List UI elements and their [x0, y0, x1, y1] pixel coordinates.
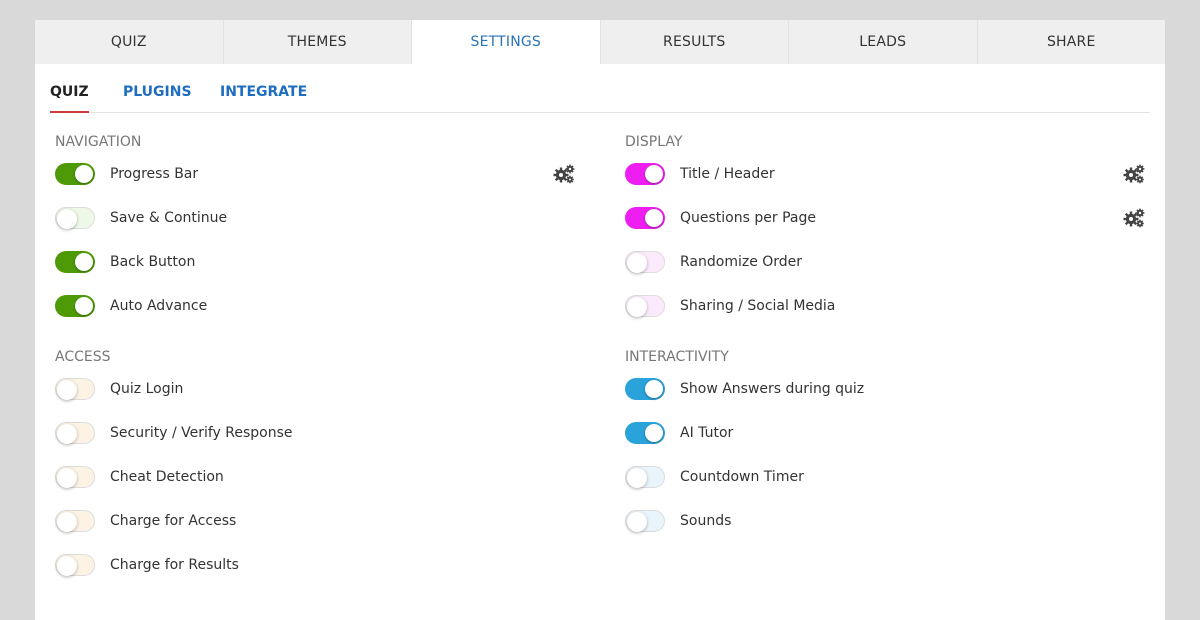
- right-column: DISPLAY Title / Header Questions per Pag…: [625, 132, 1145, 543]
- randomize-order-toggle[interactable]: [625, 251, 665, 273]
- countdown-timer-toggle[interactable]: [625, 466, 665, 488]
- toggle-knob: [627, 468, 647, 488]
- subtab-integrate[interactable]: INTEGRATE: [220, 84, 307, 111]
- section-title-access: ACCESS: [55, 349, 111, 365]
- setting-label: Progress Bar: [110, 166, 199, 182]
- setting-sharing-social: Sharing / Social Media: [625, 284, 1145, 328]
- setting-show-answers: Show Answers during quiz: [625, 367, 1145, 411]
- setting-ai-tutor: AI Tutor: [625, 411, 1145, 455]
- interactivity-section: INTERACTIVITY Show Answers during quiz A…: [625, 347, 1145, 543]
- questions-per-page-toggle[interactable]: [625, 207, 665, 229]
- setting-label: Charge for Results: [110, 557, 239, 573]
- back-button-toggle[interactable]: [55, 251, 95, 273]
- toggle-knob: [645, 209, 663, 227]
- sharing-social-toggle[interactable]: [625, 295, 665, 317]
- ai-tutor-toggle[interactable]: [625, 422, 665, 444]
- sounds-toggle[interactable]: [625, 510, 665, 532]
- tab-themes[interactable]: THEMES: [223, 20, 412, 64]
- toggle-knob: [57, 424, 77, 444]
- setting-label: Questions per Page: [680, 210, 816, 226]
- toggle-knob: [75, 165, 93, 183]
- tab-quiz[interactable]: QUIZ: [35, 20, 224, 64]
- setting-label: Sharing / Social Media: [680, 298, 836, 314]
- section-title-navigation: NAVIGATION: [55, 134, 142, 150]
- charge-access-toggle[interactable]: [55, 510, 95, 532]
- setting-label: Quiz Login: [110, 381, 184, 397]
- setting-security-verify: Security / Verify Response: [55, 411, 575, 455]
- tab-results[interactable]: RESULTS: [600, 20, 789, 64]
- setting-back-button: Back Button: [55, 240, 575, 284]
- tab-settings[interactable]: SETTINGS: [412, 20, 601, 64]
- toggle-knob: [627, 512, 647, 532]
- setting-charge-results: Charge for Results: [55, 543, 575, 587]
- toggle-knob: [57, 556, 77, 576]
- progress-bar-toggle[interactable]: [55, 163, 95, 185]
- setting-countdown-timer: Countdown Timer: [625, 455, 1145, 499]
- setting-label: Charge for Access: [110, 513, 237, 529]
- setting-charge-access: Charge for Access: [55, 499, 575, 543]
- cheat-detection-toggle[interactable]: [55, 466, 95, 488]
- navigation-section: NAVIGATION Progress Bar Save & Continue …: [55, 132, 575, 328]
- toggle-knob: [57, 209, 77, 229]
- setting-label: Countdown Timer: [680, 469, 804, 485]
- display-section: DISPLAY Title / Header Questions per Pag…: [625, 132, 1145, 328]
- quiz-login-toggle[interactable]: [55, 378, 95, 400]
- setting-label: Save & Continue: [110, 210, 228, 226]
- setting-randomize-order: Randomize Order: [625, 240, 1145, 284]
- setting-save-continue: Save & Continue: [55, 196, 575, 240]
- charge-results-toggle[interactable]: [55, 554, 95, 576]
- toggle-knob: [645, 424, 663, 442]
- gears-icon[interactable]: [1123, 164, 1145, 184]
- setting-sounds: Sounds: [625, 499, 1145, 543]
- setting-label: Security / Verify Response: [110, 425, 293, 441]
- save-continue-toggle[interactable]: [55, 207, 95, 229]
- gears-icon[interactable]: [1123, 208, 1145, 228]
- setting-progress-bar: Progress Bar: [55, 152, 575, 196]
- title-header-toggle[interactable]: [625, 163, 665, 185]
- toggle-knob: [57, 468, 77, 488]
- setting-label: Back Button: [110, 254, 196, 270]
- section-title-interactivity: INTERACTIVITY: [625, 349, 729, 365]
- toggle-knob: [75, 297, 93, 315]
- toggle-knob: [57, 380, 77, 400]
- toggle-knob: [75, 253, 93, 271]
- access-section: ACCESS Quiz Login Security / Verify Resp…: [55, 347, 575, 587]
- toggle-knob: [627, 297, 647, 317]
- tab-leads[interactable]: LEADS: [789, 20, 978, 64]
- setting-auto-advance: Auto Advance: [55, 284, 575, 328]
- toggle-knob: [627, 253, 647, 273]
- show-answers-toggle[interactable]: [625, 378, 665, 400]
- setting-label: Auto Advance: [110, 298, 208, 314]
- settings-panel: QUIZ THEMES SETTINGS RESULTS LEADS SHARE…: [35, 20, 1165, 620]
- setting-cheat-detection: Cheat Detection: [55, 455, 575, 499]
- auto-advance-toggle[interactable]: [55, 295, 95, 317]
- setting-label: Sounds: [680, 513, 732, 529]
- setting-label: Show Answers during quiz: [680, 381, 865, 397]
- sub-tab-bar: QUIZ PLUGINS INTEGRATE: [50, 84, 1150, 113]
- setting-quiz-login: Quiz Login: [55, 367, 575, 411]
- toggle-knob: [645, 165, 663, 183]
- setting-label: Title / Header: [680, 166, 775, 182]
- section-title-display: DISPLAY: [625, 134, 683, 150]
- setting-label: Randomize Order: [680, 254, 803, 270]
- setting-questions-per-page: Questions per Page: [625, 196, 1145, 240]
- tab-share[interactable]: SHARE: [977, 20, 1165, 64]
- setting-label: Cheat Detection: [110, 469, 224, 485]
- main-tab-bar: QUIZ THEMES SETTINGS RESULTS LEADS SHARE: [35, 20, 1165, 64]
- setting-label: AI Tutor: [680, 425, 734, 441]
- toggle-knob: [645, 380, 663, 398]
- setting-title-header: Title / Header: [625, 152, 1145, 196]
- subtab-quiz[interactable]: QUIZ: [50, 84, 89, 113]
- security-verify-toggle[interactable]: [55, 422, 95, 444]
- subtab-plugins[interactable]: PLUGINS: [123, 84, 192, 111]
- gears-icon[interactable]: [553, 164, 575, 184]
- left-column: NAVIGATION Progress Bar Save & Continue …: [55, 132, 575, 587]
- toggle-knob: [57, 512, 77, 532]
